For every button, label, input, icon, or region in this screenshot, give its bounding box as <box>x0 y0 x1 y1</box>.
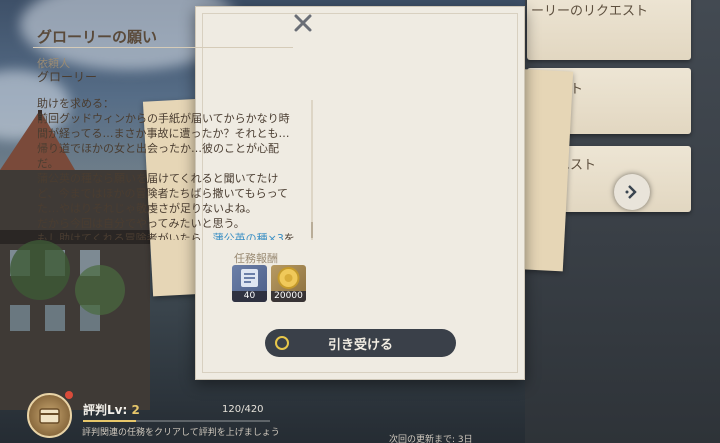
reputation-count: 120/420 <box>222 404 264 415</box>
reputation-level: 評判Lv: 2 <box>83 401 140 418</box>
title-divider <box>33 47 293 48</box>
chevron-right-icon <box>625 185 637 199</box>
client-name: グローリー <box>37 70 98 84</box>
notification-dot <box>65 391 73 399</box>
description-suffix: を <box>283 232 295 240</box>
confirm-ring-icon <box>275 336 289 350</box>
reward-label: 任務報酬 <box>234 252 278 265</box>
accept-label: 引き受ける <box>327 337 393 353</box>
reputation-level-value: 2 <box>131 403 140 417</box>
adventure-exp-icon <box>241 269 258 287</box>
reputation-hint: 評判関連の任務をクリアして評判を上げましょう <box>82 428 280 438</box>
reward-item-exp[interactable]: 40 <box>232 265 267 302</box>
reputation-badge-icon[interactable] <box>27 393 72 438</box>
description-text: 助けを求める： 前回グッドウィンからの手紙が届いてからかなり時間が経ってる…まさ… <box>37 97 290 240</box>
reputation-label: 評判Lv: <box>83 403 132 417</box>
request-description: 助けを求める： 前回グッドウィンからの手紙が届いてからかなり時間が経ってる…まさ… <box>37 96 295 240</box>
reward-amount: 20000 <box>271 291 306 302</box>
accept-button[interactable]: 引き受ける <box>265 329 456 357</box>
reward-amount: 40 <box>232 291 267 302</box>
side-request-card-1[interactable]: ーリーのリクエスト <box>527 0 691 60</box>
close-icon[interactable] <box>292 12 314 34</box>
next-arrow-button[interactable] <box>614 174 650 210</box>
side-request-label: ーリーのリクエスト <box>531 4 649 19</box>
treasure-chest-icon <box>39 408 60 424</box>
description-scrollbar[interactable] <box>311 100 313 240</box>
reward-item-mora[interactable]: 20000 <box>271 265 306 302</box>
mora-coin-icon <box>277 267 300 289</box>
refresh-timer: 次回の更新まで: 3日 <box>389 435 473 443</box>
reputation-progress-fill <box>83 420 137 422</box>
scrollbar-thumb[interactable] <box>311 222 313 238</box>
dialog-title: グローリーの願い <box>37 28 158 46</box>
item-highlight: 蒲公英の種×3 <box>212 232 284 240</box>
